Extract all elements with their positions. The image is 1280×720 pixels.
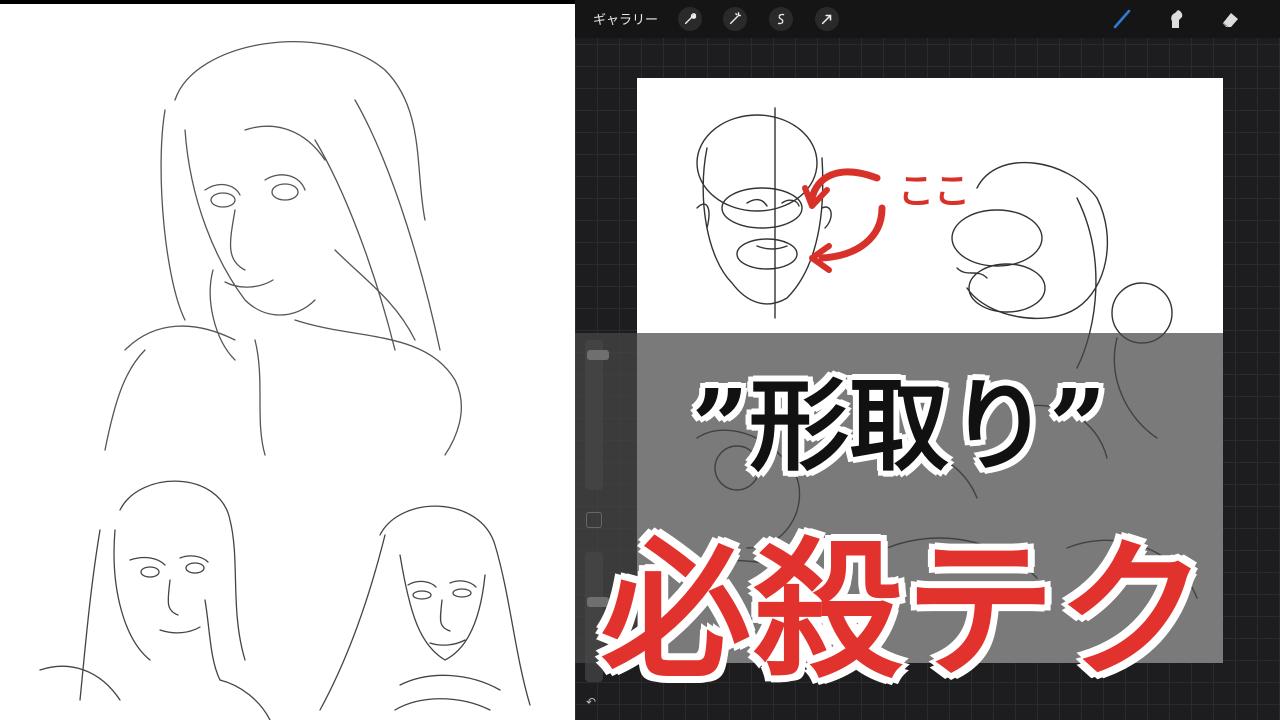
portrait-sketch-bottom-left: [39, 480, 271, 720]
portrait-sketch-large: [104, 41, 462, 456]
annotation-label: ここ: [898, 171, 971, 212]
wrench-icon[interactable]: [678, 7, 702, 31]
top-toolbar: ギャラリー: [575, 0, 1280, 38]
eraser-icon[interactable]: [1217, 6, 1243, 32]
magic-wand-icon[interactable]: [723, 7, 747, 31]
smudge-icon[interactable]: [1163, 6, 1189, 32]
gallery-button[interactable]: ギャラリー: [593, 9, 658, 28]
selection-icon[interactable]: [769, 7, 793, 31]
reference-sketch-panel: [0, 0, 575, 720]
headline-killer-technique: 必殺テク: [600, 523, 1209, 699]
brush-icon[interactable]: [1109, 6, 1135, 32]
headline-shape-taking: ”形取り”: [691, 367, 1107, 485]
transform-arrow-icon[interactable]: [815, 7, 839, 31]
portrait-sketch-bottom-right: [319, 505, 531, 711]
top-border: [0, 0, 575, 4]
